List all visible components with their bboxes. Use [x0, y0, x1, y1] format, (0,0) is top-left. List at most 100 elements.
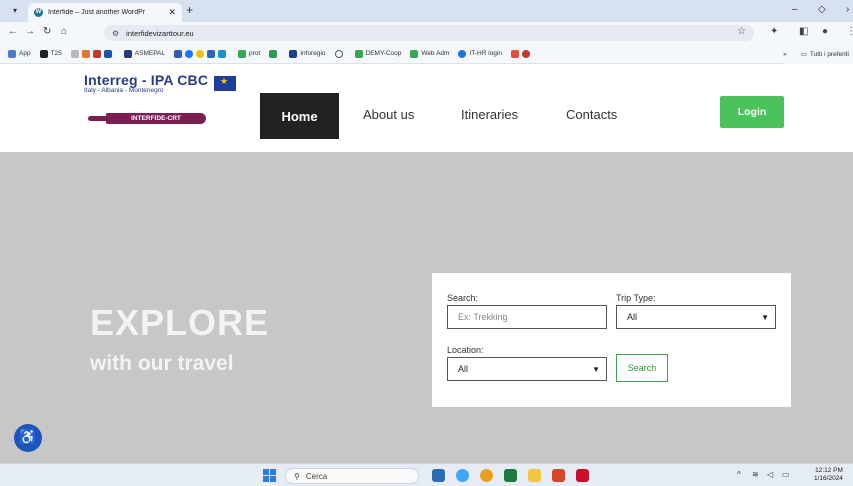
hero-title: EXPLORE [90, 302, 270, 343]
bookmarks-folder[interactable]: Tutti i preferiti [810, 51, 849, 58]
bookmarks-bar: App T25 ASMEPAL prot Inforegio DEMY-Coop… [0, 44, 853, 64]
bookmark-icons-group-2[interactable] [174, 49, 229, 58]
bookmark-demy-coop[interactable]: DEMY-Coop [354, 49, 401, 58]
trip-type-label: Trip Type: [616, 293, 656, 303]
bookmark-icon [196, 49, 205, 58]
volume-icon[interactable]: ◁ [767, 470, 773, 479]
bookmarks-more-button[interactable]: » [783, 51, 787, 58]
search-label: Search: [447, 293, 479, 303]
bookmark-prot[interactable]: prot [238, 49, 260, 58]
t25-icon [39, 49, 48, 58]
taskbar-search-placeholder: Cerca [305, 471, 328, 481]
search-input[interactable]: Ex: Trekking [447, 305, 607, 329]
facebook-icon [185, 49, 194, 58]
browser-tab[interactable]: W Interfide – Just another WordPr ✕ [28, 3, 182, 22]
bookmark-icon [269, 49, 278, 58]
chrome-icon[interactable] [480, 469, 493, 482]
browser-tab-title: Interfide – Just another WordPr [48, 9, 146, 16]
google-drive-icon [238, 49, 247, 58]
battery-icon[interactable]: ▭ [782, 470, 790, 479]
site-info-icon[interactable]: ⚙ [112, 29, 119, 38]
bookmarks-overflow: » ▭ Tutti i preferiti [783, 44, 853, 64]
bookmark-apps[interactable]: App [8, 49, 31, 58]
extensions-icon[interactable]: ✦ [770, 26, 778, 37]
bookmark-icon [70, 49, 79, 58]
hero-subtitle: with our travel [90, 352, 234, 375]
bookmark-icons-group-3[interactable] [510, 49, 533, 58]
folder-icon: ▭ [800, 51, 807, 58]
app-icon[interactable] [432, 469, 445, 482]
address-bar[interactable]: ⚙ interfidevizarttour.eu [104, 25, 754, 41]
site-logo[interactable]: Interreg - IPA CBC Italy - Albania - Mon… [84, 72, 239, 142]
clock-date: 1/16/2024 [814, 475, 843, 482]
close-tab-icon[interactable]: ✕ [168, 7, 176, 18]
hero-section: EXPLORE with our travel Search: Ex: Trek… [0, 152, 853, 463]
accessibility-icon[interactable]: ♿ [14, 424, 42, 452]
bookmark-icon [81, 49, 90, 58]
bookmark-icon [510, 49, 519, 58]
inforegio-icon [289, 49, 298, 58]
bookmark-inforegio[interactable]: Inforegio [289, 49, 326, 58]
address-row: ← → ↻ ⌂ ⚙ interfidevizarttour.eu ☆ ✦ ◧ ●… [0, 22, 853, 44]
profile-avatar-icon[interactable]: ● [822, 26, 828, 37]
wordpress-favicon-icon: W [34, 8, 43, 17]
bookmark-icon [207, 49, 216, 58]
bookmark-icon [174, 49, 183, 58]
close-window-icon[interactable]: › [846, 4, 849, 15]
browser-tab-strip: ▾ W Interfide – Just another WordPr ✕ + … [0, 0, 853, 22]
bookmark-t25[interactable]: T25 [39, 49, 62, 58]
bookmark-it-hr-login[interactable]: IT-HR login [458, 49, 502, 58]
location-select[interactable]: All ▼ [447, 357, 607, 381]
nav-contacts[interactable]: Contacts [566, 107, 617, 122]
bookmark-icons-group[interactable] [70, 49, 115, 58]
chevron-down-icon: ▼ [592, 364, 600, 374]
file-explorer-icon[interactable] [528, 469, 541, 482]
trip-type-value: All [627, 312, 638, 322]
office-icon[interactable] [552, 469, 565, 482]
reload-icon[interactable]: ↻ [43, 26, 51, 37]
new-tab-icon[interactable]: + [186, 3, 193, 17]
taskbar-clock[interactable]: 12:12 PM 1/16/2024 [814, 467, 843, 483]
edge-icon[interactable] [456, 469, 469, 482]
forward-icon[interactable]: → [25, 26, 35, 37]
bookmark-asmepal[interactable]: ASMEPAL [123, 49, 165, 58]
location-label: Location: [447, 345, 484, 355]
trip-type-select[interactable]: All ▼ [616, 305, 776, 329]
nav-home[interactable]: Home [260, 93, 339, 139]
excel-icon[interactable] [504, 469, 517, 482]
windows-taskbar: ⚲ Cerca ^ ≋ ◁ ▭ 12:12 PM 1/16/2024 [0, 463, 853, 486]
search-button[interactable]: Search [616, 354, 668, 382]
location-value: All [458, 364, 469, 374]
tray-chevron-icon[interactable]: ^ [737, 470, 741, 479]
nav-itineraries[interactable]: Itineraries [461, 107, 518, 122]
browser-menu-icon[interactable]: ⋮ [846, 26, 853, 37]
chevron-down-icon: ▼ [761, 312, 769, 322]
bookmark-star-icon[interactable]: ☆ [737, 26, 746, 37]
bookmark-web-adm[interactable]: Web Adm [410, 49, 449, 58]
address-url: interfidevizarttour.eu [126, 28, 194, 38]
eu-flag-icon [214, 76, 236, 91]
login-button[interactable]: Login [720, 96, 784, 128]
google-drive-icon [354, 49, 363, 58]
bookmark-icon-green[interactable] [269, 49, 280, 58]
nav-about-us[interactable]: About us [363, 107, 414, 122]
bookmark-circle[interactable] [334, 49, 346, 58]
taskbar-search[interactable]: ⚲ Cerca [285, 468, 419, 484]
bookmark-icon [334, 49, 343, 58]
bookmark-icon [92, 49, 101, 58]
minimize-icon[interactable]: – [792, 4, 798, 15]
back-icon[interactable]: ← [8, 26, 18, 37]
search-form: Search: Ex: Trekking Trip Type: All ▼ Lo… [432, 273, 791, 407]
bookmark-icon [103, 49, 112, 58]
home-icon[interactable]: ⌂ [61, 26, 67, 37]
google-drive-icon [410, 49, 419, 58]
acrobat-icon[interactable] [576, 469, 589, 482]
tab-search-menu-icon[interactable]: ▾ [8, 5, 22, 17]
wifi-icon[interactable]: ≋ [752, 470, 759, 479]
side-panel-icon[interactable]: ◧ [799, 26, 808, 37]
restore-icon[interactable]: ◇ [818, 4, 826, 15]
site-header: Interreg - IPA CBC Italy - Albania - Mon… [0, 64, 853, 152]
bookmark-icon [458, 49, 467, 58]
apps-grid-icon [8, 49, 16, 58]
windows-start-icon[interactable] [263, 469, 276, 482]
